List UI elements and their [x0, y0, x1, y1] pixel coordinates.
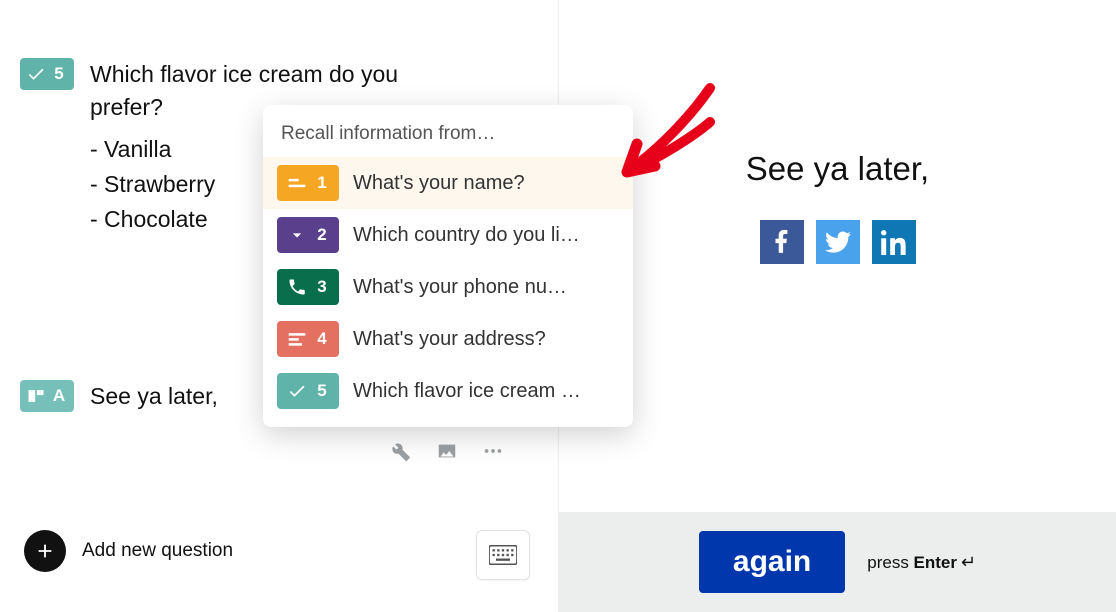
- ending-text: See ya later,: [90, 380, 218, 413]
- enter-hint: press Enter↵: [867, 552, 976, 573]
- recall-item-label: What's your address?: [353, 328, 619, 351]
- ellipsis-icon: [482, 440, 504, 462]
- recall-item[interactable]: 5 Which flavor ice cream …: [263, 365, 633, 417]
- social-buttons: [559, 220, 1116, 264]
- check-icon: [26, 64, 46, 84]
- recall-item-badge: 4: [277, 321, 339, 357]
- recall-item[interactable]: 3 What's your phone nu…: [263, 261, 633, 313]
- ending-letter: A: [52, 386, 66, 406]
- preview-footer: again press Enter↵: [559, 512, 1116, 612]
- plus-icon: [34, 540, 56, 562]
- recall-item-number: 3: [315, 277, 329, 297]
- block-toolbar: [390, 440, 504, 462]
- layout-icon: [26, 386, 46, 406]
- question-number: 5: [52, 64, 66, 84]
- recall-popup-title: Recall information from…: [263, 119, 633, 157]
- recall-item[interactable]: 2 Which country do you li…: [263, 209, 633, 261]
- twitter-button[interactable]: [816, 220, 860, 264]
- settings-button[interactable]: [390, 440, 412, 462]
- ending-title: See ya later,: [90, 380, 218, 413]
- keyboard-button[interactable]: [476, 530, 530, 580]
- linkedin-icon: [881, 229, 907, 255]
- return-icon: ↵: [961, 552, 976, 572]
- recall-item-badge: 3: [277, 269, 339, 305]
- linkedin-button[interactable]: [872, 220, 916, 264]
- again-button[interactable]: again: [699, 531, 845, 593]
- recall-item-number: 1: [315, 173, 329, 193]
- recall-item[interactable]: 1 What's your name?: [263, 157, 633, 209]
- short-text-icon: [287, 173, 307, 193]
- preview-text: See ya later,: [559, 150, 1116, 188]
- recall-popup: Recall information from… 1 What's your na…: [263, 105, 633, 427]
- recall-item[interactable]: 4 What's your address?: [263, 313, 633, 365]
- recall-item-number: 4: [315, 329, 329, 349]
- recall-item-label: Which flavor ice cream …: [353, 380, 619, 403]
- image-button[interactable]: [436, 440, 458, 462]
- keyboard-icon: [489, 545, 517, 565]
- question-badge-5: 5: [20, 58, 74, 90]
- recall-item-label: What's your phone nu…: [353, 276, 619, 299]
- recall-item-badge: 1: [277, 165, 339, 201]
- recall-list: 1 What's your name? 2 Which country do you …: [263, 157, 633, 417]
- phone-icon: [287, 277, 307, 297]
- recall-item-badge: 5: [277, 373, 339, 409]
- recall-item-badge: 2: [277, 217, 339, 253]
- recall-item-number: 5: [315, 381, 329, 401]
- hint-key: Enter: [914, 553, 957, 572]
- image-icon: [436, 440, 458, 462]
- long-text-icon: [287, 329, 307, 349]
- more-button[interactable]: [482, 440, 504, 462]
- twitter-icon: [825, 229, 851, 255]
- recall-item-label: What's your name?: [353, 172, 619, 195]
- ending-badge: A: [20, 380, 74, 412]
- recall-item-label: Which country do you li…: [353, 224, 619, 247]
- hint-prefix: press: [867, 553, 913, 572]
- question-block-a[interactable]: A See ya later,: [20, 380, 218, 413]
- plus-icon-circle: [24, 530, 66, 572]
- add-question-button[interactable]: Add new question: [24, 530, 233, 572]
- facebook-button[interactable]: [760, 220, 804, 264]
- chevron-down-icon: [287, 225, 307, 245]
- wrench-icon: [390, 440, 412, 462]
- preview-pane: See ya later, again press Enter↵: [558, 0, 1116, 612]
- check-icon: [287, 381, 307, 401]
- add-question-label: Add new question: [82, 540, 233, 562]
- facebook-icon: [769, 229, 795, 255]
- recall-item-number: 2: [315, 225, 329, 245]
